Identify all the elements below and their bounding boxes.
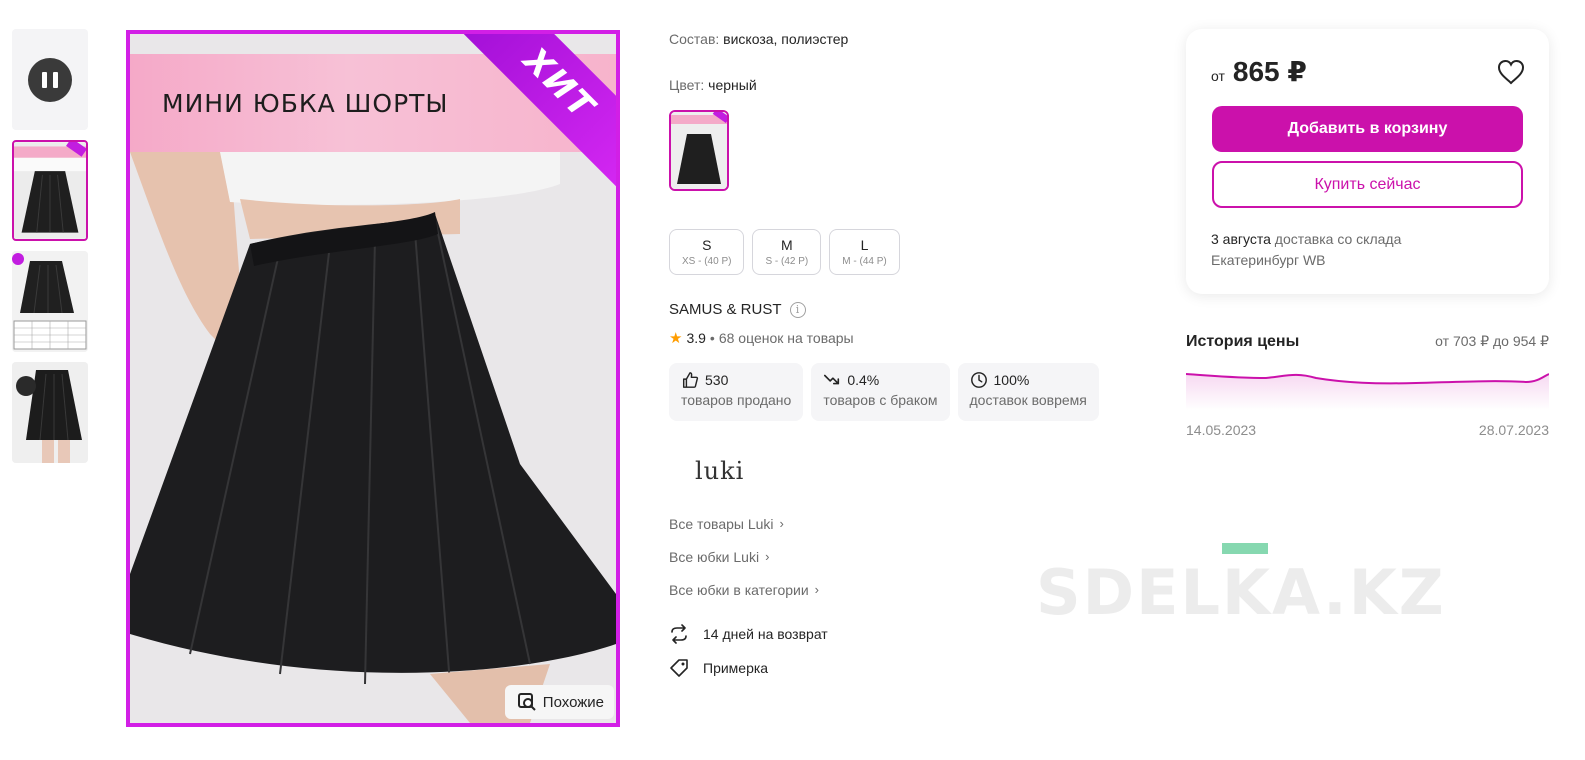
link-label: Все юбки в категории [669,581,809,598]
star-icon: ★ [669,330,683,347]
buy-now-button[interactable]: Купить сейчас [1212,161,1523,208]
feature-label: 14 дней на возврат [703,626,828,642]
brand-row: SAMUS & RUST i [669,301,806,318]
thumbnail-list [12,29,88,473]
size-option-s[interactable]: S XS - (40 Р) [669,229,745,275]
add-to-cart-button[interactable]: Добавить в корзину [1212,106,1523,152]
trend-down-icon [824,374,840,385]
stat-value: 530 [705,372,729,388]
watermark-accent [1222,543,1268,554]
price-history-range: от 703 ₽ до 954 ₽ [1435,333,1549,349]
size-selector: S XS - (40 Р) M S - (42 Р) L M - (44 Р) [669,229,900,275]
reviews-link[interactable]: 68 оценок на товары [719,330,854,346]
size-option-m[interactable]: M S - (42 Р) [752,229,822,275]
stat-on-time: 100% доставок вовремя [957,363,1099,421]
price-value: 865 ₽ [1232,56,1307,87]
link-all-products[interactable]: Все товары Luki › [669,507,819,540]
delivery-text: доставка со склада [1274,231,1402,247]
category-links: Все товары Luki › Все юбки Luki › Все юб… [669,507,819,606]
chevron-right-icon: › [765,549,770,564]
link-label: Все товары Luki [669,515,774,532]
price-history-start-date: 14.05.2023 [1186,422,1257,438]
thumbnail-photo-3[interactable] [12,362,88,463]
stat-value: 0.4% [847,372,880,388]
feature-label: Примерка [703,660,769,676]
store-logo[interactable]: luki [695,457,744,485]
stat-defects: 0.4% товаров с браком [811,363,950,421]
rating-value: 3.9 [686,330,706,346]
rating-row: ★ 3.9 • 68 оценок на товары [669,329,854,347]
price-history-area [1186,374,1549,410]
color-swatch-black[interactable] [669,110,729,191]
seller-stats: 530 товаров продано 0.4% товаров с брако… [669,363,1099,421]
return-icon [671,624,687,644]
size-label: S [702,237,712,253]
stat-label: товаров продано [681,392,792,408]
size-label: L [860,237,869,253]
size-label: M [781,237,793,253]
similar-button[interactable]: Похожие [504,685,614,719]
stat-value: 100% [993,372,1030,388]
features-list: 14 дней на возврат Примерка [669,617,828,685]
composition-value: вискоза, полиэстер [723,31,849,47]
skirt-side-thumbnail [12,362,88,463]
link-all-skirts-category[interactable]: Все юбки в категории › [669,573,819,606]
price-history-title: История цены [1186,333,1300,350]
thumbnail-photo-1[interactable] [12,140,88,241]
size-option-l[interactable]: L M - (44 Р) [829,229,900,275]
link-label: Все юбки Luki [669,548,760,565]
price-history-chart[interactable] [1186,366,1549,410]
rating-separator: • [709,330,715,346]
skirt-size-chart-thumbnail [12,251,88,352]
color-value: черный [708,77,757,93]
pause-icon[interactable] [28,57,72,102]
composition-label: Состав: [669,31,720,47]
stat-label: товаров с браком [823,392,938,408]
stat-sold: 530 товаров продано [669,363,804,421]
thumbnail-photo-2[interactable] [12,251,88,352]
chevron-right-icon: › [814,582,820,597]
delivery-info: 3 августа доставка со склада Екатеринбур… [1211,229,1401,271]
search-similar-icon [517,693,536,711]
tag-icon [670,659,688,677]
feature-fitting: Примерка [669,651,828,685]
size-ru-label: S - (42 Р) [765,256,809,267]
feature-return: 14 дней на возврат [669,617,828,651]
size-ru-label: XS - (40 Р) [682,256,732,267]
thumbnail-video[interactable] [12,29,88,130]
heart-icon[interactable] [1497,59,1525,85]
link-all-skirts-brand[interactable]: Все юбки Luki › [669,540,819,573]
main-product-image[interactable]: МИНИ ЮБКА ШОРТЫ ХИТ Похожие [126,30,620,727]
similar-label: Похожие [542,693,604,711]
skirt-thumbnail-image [14,142,86,239]
delivery-date: 3 августа [1211,231,1271,247]
price-history: История цены от 703 ₽ до 954 ₽ 14.05.202… [1186,333,1549,438]
thumb-up-icon [682,372,699,388]
price-from-label: от [1211,68,1225,84]
swatch-image [671,112,727,189]
price-history-end-date: 28.07.2023 [1478,422,1549,438]
chevron-right-icon: › [779,516,784,531]
size-ru-label: M - (44 Р) [842,256,887,267]
stat-label: доставок вовремя [969,392,1087,408]
brand-name[interactable]: SAMUS & RUST [669,301,782,318]
price-card: от 865 ₽ Добавить в корзину Купить сейча… [1186,29,1549,294]
composition-row: Состав: вискоза, полиэстер [669,31,848,47]
price-line: от 865 ₽ [1211,55,1307,88]
watermark: SDELKA.KZ [1036,556,1446,629]
color-row: Цвет: черный [669,77,757,93]
clock-icon [970,372,987,388]
banner-title: МИНИ ЮБКА ШОРТЫ [162,88,449,118]
info-icon[interactable]: i [789,301,806,318]
delivery-city: Екатеринбург WB [1211,252,1326,268]
color-label: Цвет: [669,77,705,93]
